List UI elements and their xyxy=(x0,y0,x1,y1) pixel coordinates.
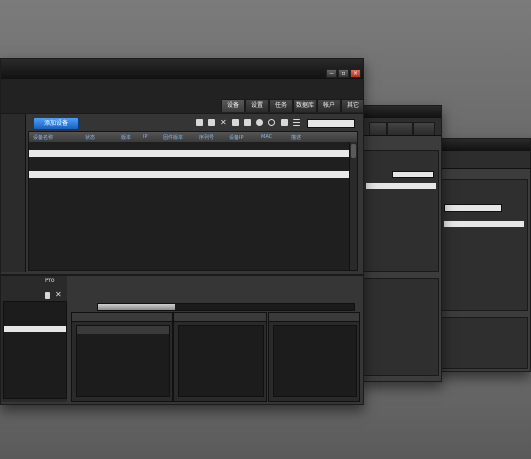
background-window-3 xyxy=(437,138,531,372)
table-header-cell: 固件版本 xyxy=(163,135,184,141)
list-item[interactable] xyxy=(4,319,66,325)
window-2-tabbar xyxy=(361,118,441,136)
list-item[interactable] xyxy=(4,312,66,318)
check-icon[interactable] xyxy=(244,119,251,126)
bottom-panel: Pro ✕ xyxy=(1,275,363,404)
window-2-tab-1[interactable] xyxy=(369,122,387,135)
close-button[interactable]: × xyxy=(350,69,361,78)
list-item[interactable] xyxy=(444,235,524,241)
delete-x-icon[interactable]: ✕ xyxy=(220,119,227,127)
bottom-left-panel: Pro ✕ xyxy=(1,276,67,402)
detail-panel-1-list xyxy=(76,325,170,397)
device-panel: 添加设备 ✕ 设备名称 状态 版本 IP 固件版本 序列号 设备IP MAC 描述 xyxy=(1,113,363,275)
device-table-scrollbar[interactable] xyxy=(349,142,357,270)
list-item[interactable] xyxy=(366,211,436,217)
table-row[interactable] xyxy=(29,157,357,164)
table-header-cell: 状态 xyxy=(85,135,96,141)
window-3-tabbar xyxy=(438,151,530,169)
minimize-button[interactable]: − xyxy=(326,69,337,78)
edit-icon[interactable] xyxy=(232,119,239,126)
left-sidebar xyxy=(1,114,26,272)
window-2-search-input[interactable] xyxy=(392,171,434,178)
list-item[interactable] xyxy=(444,228,524,234)
table-header-cell: IP xyxy=(143,134,148,140)
tab-other[interactable]: 其它 xyxy=(341,99,363,112)
task-progress-fill xyxy=(98,304,175,310)
background-window-2 xyxy=(360,105,442,382)
window-2-tab-3[interactable] xyxy=(413,122,435,135)
detail-panel-2-list xyxy=(178,325,264,397)
list-item[interactable] xyxy=(366,190,436,196)
tab-settings[interactable]: 设置 xyxy=(245,99,269,112)
window-3-list-panel xyxy=(440,179,528,311)
main-window: − ▫ × 设备 设置 任务 数据库 帐户 其它 添加设备 ✕ 设备名称 状态 版本… xyxy=(0,58,364,405)
table-header-cell: 设备IP xyxy=(229,135,244,141)
bottom-left-list xyxy=(3,301,67,399)
list-item[interactable] xyxy=(4,326,66,332)
window-2-list-panel xyxy=(363,150,439,272)
table-header-cell: 描述 xyxy=(291,135,302,141)
tab-tasks[interactable]: 任务 xyxy=(269,99,293,112)
table-row[interactable] xyxy=(29,171,357,178)
task-progress-bar xyxy=(97,303,355,311)
window-2-bottom-panel xyxy=(363,278,439,376)
main-titlebar: − ▫ × xyxy=(1,59,363,79)
list-item[interactable] xyxy=(366,197,436,203)
table-header-cell: 序列号 xyxy=(199,135,215,141)
detail-panel-3-header xyxy=(269,313,359,322)
window-3-bottom-panel xyxy=(440,317,528,369)
power-icon[interactable] xyxy=(268,119,275,126)
table-header-cell: 设备名称 xyxy=(33,135,54,141)
detail-panel-1 xyxy=(71,312,173,402)
circle-icon[interactable] xyxy=(256,119,263,126)
maximize-button[interactable]: ▫ xyxy=(338,69,349,78)
window-3-titlebar xyxy=(438,139,530,151)
main-tabbar: 设备 设置 任务 数据库 帐户 其它 xyxy=(1,79,363,114)
remove-x-icon[interactable]: ✕ xyxy=(55,291,62,299)
add-device-button[interactable]: 添加设备 xyxy=(33,117,79,130)
list-item[interactable] xyxy=(444,214,524,220)
table-header-cell: 版本 xyxy=(121,135,132,141)
detail-panel-2-header xyxy=(174,313,266,322)
table-row[interactable] xyxy=(29,150,357,157)
list-item[interactable] xyxy=(444,221,524,227)
document-icon[interactable] xyxy=(208,119,215,126)
device-table-header: 设备名称 状态 版本 IP 固件版本 序列号 设备IP MAC 描述 xyxy=(29,132,357,142)
window-3-search-input[interactable] xyxy=(444,204,502,212)
table-row[interactable] xyxy=(29,164,357,171)
list-icon[interactable] xyxy=(293,119,300,126)
refresh-icon[interactable] xyxy=(281,119,288,126)
list-item[interactable] xyxy=(444,242,524,248)
window-2-titlebar xyxy=(361,106,441,118)
detail-panel-3 xyxy=(268,312,360,402)
list-item[interactable] xyxy=(366,204,436,210)
list-item[interactable] xyxy=(366,183,436,189)
table-row[interactable] xyxy=(29,143,357,150)
detail-panel-2 xyxy=(173,312,267,402)
bottom-left-tab-3[interactable]: Pro xyxy=(45,278,55,284)
window-2-tab-2[interactable] xyxy=(387,122,413,135)
trash-icon[interactable] xyxy=(45,292,50,299)
table-row[interactable] xyxy=(29,178,357,185)
expand-icon[interactable] xyxy=(196,119,203,126)
device-table: 设备名称 状态 版本 IP 固件版本 序列号 设备IP MAC 描述 xyxy=(28,131,358,271)
device-search-input[interactable] xyxy=(307,119,355,128)
table-header-cell: MAC xyxy=(261,134,273,140)
device-table-scroll-thumb[interactable] xyxy=(351,144,356,158)
tab-accounts[interactable]: 帐户 xyxy=(317,99,341,112)
tab-database[interactable]: 数据库 xyxy=(293,99,317,112)
detail-panel-3-list xyxy=(273,325,357,397)
detail-panel-1-header xyxy=(72,313,172,322)
tab-devices[interactable]: 设备 xyxy=(221,99,245,112)
